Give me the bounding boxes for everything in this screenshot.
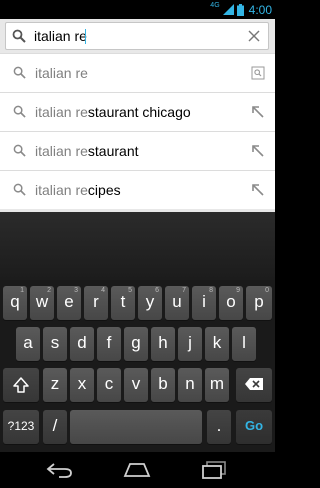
key-q[interactable]: q1 — [3, 286, 27, 320]
clock: 4:00 — [248, 2, 272, 17]
search-icon — [13, 144, 26, 157]
space-bar[interactable] — [70, 410, 202, 444]
key-slash[interactable]: / — [43, 410, 67, 444]
background-area — [0, 212, 275, 280]
suggestion-item[interactable]: italian restaurant chicago — [0, 92, 275, 131]
text-cursor — [85, 29, 86, 44]
shift-key[interactable] — [3, 368, 39, 402]
key-c[interactable]: c — [97, 368, 121, 402]
key-s[interactable]: s — [43, 327, 67, 361]
key-d[interactable]: d — [70, 327, 94, 361]
search-icon — [12, 29, 26, 43]
status-icons: 4G 4:00 — [210, 2, 272, 17]
key-j[interactable]: j — [178, 327, 202, 361]
suggestion-item[interactable]: italian re — [0, 53, 275, 92]
network-type: 4G — [210, 2, 220, 9]
suggestion-text: italian restaurant chicago — [35, 104, 191, 120]
search-web-icon[interactable] — [251, 66, 265, 80]
key-y[interactable]: y6 — [138, 286, 162, 320]
backspace-key[interactable] — [236, 368, 272, 402]
suggestion-item[interactable]: italian recipes — [0, 170, 275, 209]
arrow-up-left-icon[interactable] — [251, 105, 265, 119]
home-icon[interactable] — [122, 460, 152, 480]
suggestion-list: italian re italian restaurant chicago it… — [0, 53, 275, 209]
search-input[interactable] — [34, 26, 234, 46]
clear-icon[interactable] — [248, 30, 260, 42]
key-z[interactable]: z — [43, 368, 67, 402]
key-e[interactable]: e3 — [57, 286, 81, 320]
suggestion-text: italian recipes — [35, 182, 121, 198]
search-icon — [13, 105, 26, 118]
key-w[interactable]: w2 — [30, 286, 54, 320]
key-o[interactable]: o9 — [219, 286, 243, 320]
arrow-up-left-icon[interactable] — [251, 183, 265, 197]
symbols-key[interactable]: ?123 — [3, 410, 39, 444]
shift-icon — [13, 377, 29, 393]
key-u[interactable]: u7 — [165, 286, 189, 320]
status-bar: 4G 4:00 — [0, 0, 275, 19]
suggestion-text: italian restaurant — [35, 143, 139, 159]
key-r[interactable]: r4 — [84, 286, 108, 320]
signal-icon — [222, 4, 234, 15]
go-key[interactable]: Go — [236, 410, 272, 444]
key-i[interactable]: i8 — [192, 286, 216, 320]
key-v[interactable]: v — [124, 368, 148, 402]
recent-apps-icon[interactable] — [199, 460, 229, 480]
search-icon — [13, 66, 26, 79]
navigation-bar — [0, 452, 275, 488]
key-a[interactable]: a — [16, 327, 40, 361]
key-p[interactable]: p0 — [246, 286, 272, 320]
battery-icon — [236, 3, 244, 16]
suggestion-text: italian re — [35, 65, 88, 81]
key-h[interactable]: h — [151, 327, 175, 361]
key-x[interactable]: x — [70, 368, 94, 402]
suggestion-item[interactable]: italian restaurant — [0, 131, 275, 170]
key-g[interactable]: g — [124, 327, 148, 361]
soft-keyboard: q1 w2 e3 r4 t5 y6 u7 i8 o9 p0 a s d f g … — [0, 280, 275, 452]
key-f[interactable]: f — [97, 327, 121, 361]
key-t[interactable]: t5 — [111, 286, 135, 320]
search-icon — [13, 183, 26, 196]
key-k[interactable]: k — [205, 327, 229, 361]
backspace-icon — [245, 378, 263, 390]
back-icon[interactable] — [45, 460, 75, 480]
key-b[interactable]: b — [151, 368, 175, 402]
key-period[interactable]: . — [207, 410, 231, 444]
arrow-up-left-icon[interactable] — [251, 144, 265, 158]
search-box[interactable] — [5, 22, 269, 50]
search-panel: italian re italian restaurant chicago — [0, 19, 275, 212]
key-l[interactable]: l — [232, 327, 256, 361]
key-m[interactable]: m — [205, 368, 229, 402]
key-n[interactable]: n — [178, 368, 202, 402]
